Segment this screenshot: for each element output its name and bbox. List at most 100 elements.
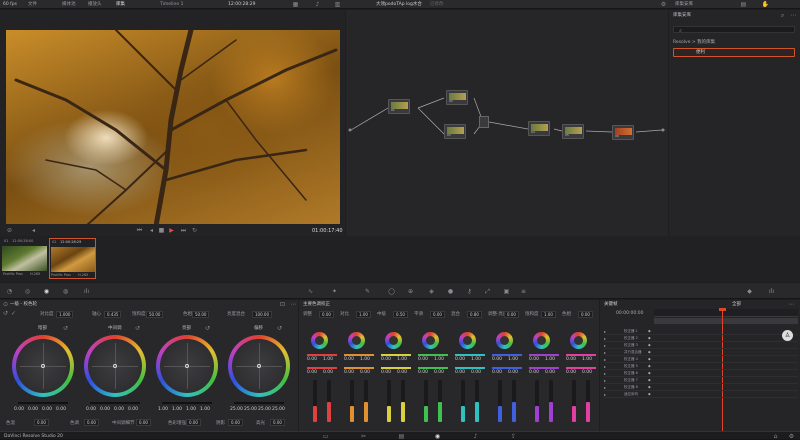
- keyframe-track-row[interactable]: ▸ 校正器 1 ◆: [604, 329, 798, 335]
- library-icon[interactable]: ▤: [740, 1, 747, 8]
- node-01[interactable]: 01: [388, 99, 410, 114]
- color-page-icon[interactable]: ◉: [434, 433, 441, 440]
- track-toggle-icon[interactable]: ▸: [604, 393, 606, 397]
- channel-value[interactable]: 0.00: [418, 357, 428, 363]
- track-toggle-icon[interactable]: ▸: [604, 372, 606, 376]
- channel-value[interactable]: 0.00: [323, 370, 333, 376]
- channel-5-swatch[interactable]: [496, 332, 513, 349]
- keyframe-diamond-icon[interactable]: ◆: [648, 371, 651, 376]
- music-icon[interactable]: ♪: [314, 1, 321, 8]
- volume-icon[interactable]: ◂: [30, 227, 37, 234]
- node-03[interactable]: 03: [444, 124, 466, 139]
- channel-6-slider[interactable]: [549, 380, 553, 422]
- camera-raw-icon[interactable]: ◔: [6, 288, 13, 295]
- warper-icon[interactable]: ✦: [331, 288, 338, 295]
- channel-value[interactable]: 0.00: [492, 370, 502, 376]
- qualifier-icon[interactable]: ✎: [364, 288, 371, 295]
- skip-start-icon[interactable]: ⏮: [136, 227, 143, 234]
- clip-01[interactable]: 01 12:00:28:00 Prolific Proc H.265: [2, 238, 47, 279]
- slice-param-value[interactable]: 1.00: [541, 311, 556, 318]
- reset-icon[interactable]: ↺: [134, 325, 141, 332]
- reset-icon[interactable]: ↺: [204, 325, 211, 332]
- channel-value[interactable]: 1.00: [360, 357, 370, 363]
- zoom-fit-icon[interactable]: ⊘: [6, 227, 13, 234]
- pivot-value[interactable]: 0.435: [104, 311, 122, 318]
- wheels-more-icon[interactable]: ⋯: [290, 301, 297, 308]
- reset-icon[interactable]: ↺: [62, 325, 69, 332]
- channel-0-slider[interactable]: [327, 380, 331, 422]
- slice-param-value[interactable]: 0.00: [319, 311, 334, 318]
- menu-gallery[interactable]: 库集: [116, 2, 125, 8]
- node-02[interactable]: 02: [446, 90, 468, 105]
- channel-0-slider[interactable]: [313, 380, 317, 422]
- channel-value[interactable]: 0.00: [455, 370, 465, 376]
- channel-7-slider[interactable]: [586, 380, 590, 422]
- keyframe-track-row[interactable]: ▸ 适应序列 ◆: [604, 392, 798, 398]
- channel-7-slider[interactable]: [572, 380, 576, 422]
- wheel-lift[interactable]: [12, 335, 74, 397]
- keyframes-mode[interactable]: 全部: [732, 302, 741, 308]
- play-icon[interactable]: ▶: [168, 227, 175, 234]
- keyframe-lock-icon[interactable]: ♙: [782, 330, 793, 341]
- channel-2-swatch[interactable]: [385, 332, 402, 349]
- highlights-value[interactable]: 0.00: [270, 419, 285, 426]
- channel-value[interactable]: 0.00: [529, 370, 539, 376]
- channel-2-slider[interactable]: [401, 380, 405, 422]
- slice-param-value[interactable]: 0.50: [393, 311, 408, 318]
- keyframe-diamond-icon[interactable]: ◆: [648, 343, 651, 348]
- channel-value[interactable]: 0.00: [418, 370, 428, 376]
- wheel-offset-slider[interactable]: [234, 402, 284, 404]
- keyframe-track-row[interactable]: ▸ 校正器 7 ◆: [604, 378, 798, 384]
- rgb-mixer-icon[interactable]: ılı: [83, 288, 90, 295]
- wheel-gamma[interactable]: [84, 335, 146, 397]
- channel-6-swatch[interactable]: [533, 332, 550, 349]
- magic-mask-icon[interactable]: ◈: [428, 288, 435, 295]
- fairlight-page-icon[interactable]: ♪: [472, 433, 479, 440]
- settings-icon[interactable]: ⚙: [788, 433, 795, 440]
- channel-value[interactable]: 1.00: [434, 357, 444, 363]
- keyframe-track-row[interactable]: ▸ 并行混合器 ◆: [604, 350, 798, 356]
- track-toggle-icon[interactable]: ▸: [604, 337, 606, 341]
- channel-value[interactable]: 0.00: [381, 370, 391, 376]
- window-icon[interactable]: ◯: [388, 288, 395, 295]
- clip-02[interactable]: 02 12:00:28:29 Prolific Proc H.265: [49, 238, 96, 279]
- channel-value[interactable]: 0.00: [455, 357, 465, 363]
- edit-page-icon[interactable]: ▤: [398, 433, 405, 440]
- keyframe-track-row[interactable]: ▸ 校正器 6 ◆: [604, 371, 798, 377]
- channel-3-slider[interactable]: [424, 380, 428, 422]
- menu-playhead[interactable]: 播放头: [88, 2, 102, 8]
- picker-icon[interactable]: ✓: [10, 310, 17, 317]
- keyframes-more-icon[interactable]: ⋯: [788, 301, 795, 308]
- tracker-icon[interactable]: ⊕: [407, 288, 414, 295]
- home-icon[interactable]: ⌂: [772, 433, 779, 440]
- skip-end-icon[interactable]: ⏭: [180, 227, 187, 234]
- keyframe-track-row[interactable]: ▸ 校正器 4 ◆: [604, 357, 798, 363]
- keyframe-track-row[interactable]: ▸ 校正器 8 ◆: [604, 385, 798, 391]
- fit-icon[interactable]: ⊡: [279, 301, 286, 308]
- more-icon[interactable]: ⋯: [790, 12, 797, 19]
- channel-1-slider[interactable]: [364, 380, 368, 422]
- channel-5-slider[interactable]: [498, 380, 502, 422]
- gallery-library-tab[interactable]: 库集安库: [675, 2, 693, 8]
- node-editor[interactable]: 01 02 03 04 05 06: [346, 10, 668, 236]
- blur-icon[interactable]: ●: [447, 288, 454, 295]
- track-toggle-icon[interactable]: ▸: [604, 379, 606, 383]
- channel-3-swatch[interactable]: [422, 332, 439, 349]
- keyframe-diamond-icon[interactable]: ◆: [648, 364, 651, 369]
- keyframe-playhead-cap[interactable]: [719, 308, 726, 311]
- keyframe-diamond-icon[interactable]: ◆: [648, 385, 651, 390]
- wheel-gain-slider[interactable]: [162, 402, 212, 404]
- sizing-icon[interactable]: ⤢: [484, 288, 491, 295]
- midtone-detail-value[interactable]: 0.00: [136, 419, 151, 426]
- slice-param-value[interactable]: 1.00: [356, 311, 371, 318]
- color-match-icon[interactable]: ◎: [24, 288, 31, 295]
- stop-icon[interactable]: ■: [158, 227, 165, 234]
- wheel-offset[interactable]: [228, 335, 290, 397]
- grid-icon[interactable]: ▦: [292, 1, 299, 8]
- track-toggle-icon[interactable]: ▸: [604, 358, 606, 362]
- settings-icon[interactable]: ⚙: [660, 1, 667, 8]
- reset-icon[interactable]: ↺: [2, 310, 9, 317]
- channel-value[interactable]: 0.00: [360, 370, 370, 376]
- channel-value[interactable]: 0.00: [545, 370, 555, 376]
- color-boost-value[interactable]: 0.00: [186, 419, 201, 426]
